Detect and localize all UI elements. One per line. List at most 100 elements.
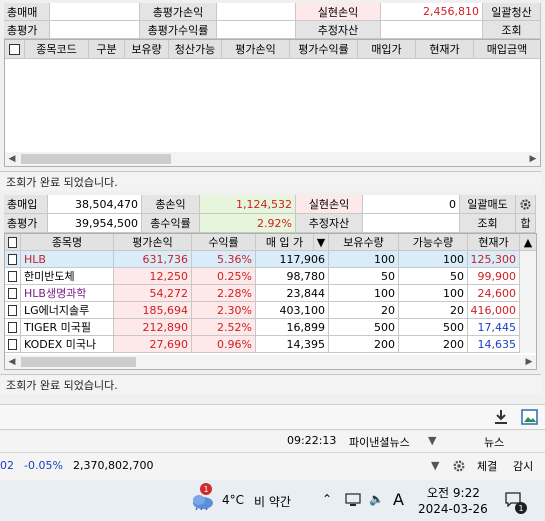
- holding-row[interactable]: 한미반도체 12,250 0.25% 98,780 50 50 99,900: [5, 268, 520, 285]
- row-checkbox[interactable]: [5, 319, 21, 336]
- col-eval-rate[interactable]: 평가수익률: [290, 40, 358, 59]
- download-icon[interactable]: [494, 409, 508, 428]
- cell-buy: 23,844: [256, 285, 329, 302]
- eval-rate-label: 총평가수익률: [140, 21, 217, 39]
- cell-pl: 12,250: [114, 268, 192, 285]
- news-source[interactable]: 파이낸셜뉴스: [349, 434, 410, 450]
- network-icon[interactable]: [345, 493, 361, 510]
- holding-row[interactable]: HLB생명과학 54,272 2.28% 23,844 100 100 24,600: [5, 285, 520, 302]
- cell-rate: 0.96%: [192, 336, 256, 353]
- scroll-right-icon[interactable]: ▶: [522, 355, 536, 369]
- ticker-settings-icon[interactable]: [452, 459, 466, 476]
- eval-label: 총평가: [4, 214, 48, 233]
- cell-avail: 200: [399, 336, 468, 353]
- sum-button[interactable]: 합: [516, 214, 536, 233]
- cell-buy: 98,780: [256, 268, 329, 285]
- select-all-checkbox[interactable]: [5, 40, 25, 59]
- col-buy-price[interactable]: 매입가: [358, 40, 416, 59]
- chevron-up-icon[interactable]: ⌃: [322, 492, 332, 506]
- row-checkbox[interactable]: [5, 251, 21, 268]
- col-current[interactable]: 현재가: [468, 234, 520, 251]
- ticker-dropdown-icon[interactable]: ▼: [431, 459, 439, 472]
- scroll-left-icon[interactable]: ◀: [5, 152, 19, 166]
- weather-badge: 1: [200, 483, 212, 495]
- holding-row[interactable]: LG에너지솔루 185,694 2.30% 403,100 20 20 416,000: [5, 302, 520, 319]
- query-button[interactable]: 조회: [483, 21, 541, 39]
- cell-avail: 50: [399, 268, 468, 285]
- col-avail[interactable]: 가능수량: [399, 234, 468, 251]
- cell-name: HLB: [21, 251, 114, 268]
- query-button[interactable]: 조회: [460, 214, 516, 233]
- scroll-thumb[interactable]: [21, 357, 136, 367]
- col-type[interactable]: 구분: [89, 40, 125, 59]
- tab-watch[interactable]: 감시: [513, 458, 533, 474]
- holdings-hscroll[interactable]: ◀ ▶: [5, 355, 536, 369]
- cell-name: KODEX 미국나: [21, 336, 114, 353]
- cell-pl: 54,272: [114, 285, 192, 302]
- buy-total-value: [50, 3, 140, 21]
- bulk-settle-button[interactable]: 일괄청산: [483, 3, 541, 21]
- cell-buy: 14,395: [256, 336, 329, 353]
- col-name[interactable]: 종목명: [21, 234, 114, 251]
- clock-date[interactable]: 2024-03-26: [418, 502, 488, 516]
- col-holding[interactable]: 보유량: [125, 40, 169, 59]
- vscroll-up-icon[interactable]: ▲: [520, 234, 536, 251]
- cell-avail: 100: [399, 251, 468, 268]
- holding-row[interactable]: TIGER 미국필 212,890 2.52% 16,899 500 500 17,445: [5, 319, 520, 336]
- cell-qty: 500: [329, 319, 399, 336]
- holdings-vscroll[interactable]: [520, 251, 536, 353]
- cell-rate: 2.28%: [192, 285, 256, 302]
- image-icon[interactable]: [521, 409, 538, 428]
- weather-desc[interactable]: 비 약간: [254, 493, 291, 510]
- select-all-checkbox[interactable]: [5, 234, 21, 251]
- top-summary: 총매매 총평가손익 실현손익 2,456,810 일괄청산 총평가 총평가수익률…: [0, 3, 545, 39]
- ticker-fragment: 02: [0, 459, 14, 472]
- scroll-thumb[interactable]: [21, 154, 171, 164]
- holdings-header: 종목명 평가손익 수익률 매 입 가 ▼ 보유수량 가능수량 현재가 ▲: [5, 234, 536, 251]
- col-eval-pl[interactable]: 평가손익: [222, 40, 290, 59]
- cell-rate: 2.30%: [192, 302, 256, 319]
- eval-pl-value: [217, 3, 296, 21]
- col-settleable[interactable]: 청산가능: [169, 40, 222, 59]
- news-dropdown-icon[interactable]: ▼: [428, 434, 436, 447]
- volume-icon[interactable]: 🔈: [369, 492, 384, 506]
- row-checkbox[interactable]: [5, 268, 21, 285]
- scroll-left-icon[interactable]: ◀: [5, 355, 19, 369]
- tab-fill[interactable]: 체결: [477, 458, 497, 474]
- col-current-price[interactable]: 현재가: [416, 40, 474, 59]
- realized-value: 0: [363, 195, 460, 214]
- col-buy-amount[interactable]: 매입금액: [474, 40, 540, 59]
- cell-name: LG에너지솔루: [21, 302, 114, 319]
- clock-time[interactable]: 오전 9:22: [427, 484, 480, 501]
- cell-cur: 14,635: [468, 336, 520, 353]
- cell-name: HLB생명과학: [21, 285, 114, 302]
- col-rate[interactable]: 수익률: [192, 234, 256, 251]
- rate-label: 총수익률: [142, 214, 200, 233]
- holding-row[interactable]: HLB 631,736 5.36% 117,906 100 100 125,300: [5, 251, 520, 268]
- holdings-table: 종목명 평가손익 수익률 매 입 가 ▼ 보유수량 가능수량 현재가 ▲ HLB…: [4, 233, 537, 370]
- weather-temp[interactable]: 4°C: [222, 493, 244, 507]
- col-eval-pl[interactable]: 평가손익: [114, 234, 192, 251]
- row-checkbox[interactable]: [5, 285, 21, 302]
- row-checkbox[interactable]: [5, 336, 21, 353]
- cell-cur: 17,445: [468, 319, 520, 336]
- news-bar: 09:22:13 파이낸셜뉴스 ▼ 뉴스: [0, 431, 545, 452]
- ime-indicator[interactable]: A: [393, 490, 404, 509]
- row-checkbox[interactable]: [5, 302, 21, 319]
- cell-avail: 100: [399, 285, 468, 302]
- realized-label: 실현손익: [296, 195, 363, 214]
- col-qty[interactable]: 보유수량: [329, 234, 399, 251]
- cell-cur: 125,300: [468, 251, 520, 268]
- col-buy-price[interactable]: 매 입 가: [256, 234, 314, 251]
- scroll-right-icon[interactable]: ▶: [526, 152, 540, 166]
- bulk-sell-button[interactable]: 일괄매도: [460, 195, 516, 214]
- top-table-hscroll[interactable]: ◀ ▶: [5, 152, 540, 166]
- col-code[interactable]: 종목코드: [25, 40, 89, 59]
- cell-buy: 117,906: [256, 251, 329, 268]
- settings-gear-icon[interactable]: [516, 195, 536, 214]
- news-button[interactable]: 뉴스: [484, 434, 504, 450]
- cell-qty: 200: [329, 336, 399, 353]
- holding-row[interactable]: KODEX 미국나 27,690 0.96% 14,395 200 200 14,635: [5, 336, 520, 353]
- sort-down-icon[interactable]: ▼: [314, 234, 329, 251]
- cell-qty: 100: [329, 251, 399, 268]
